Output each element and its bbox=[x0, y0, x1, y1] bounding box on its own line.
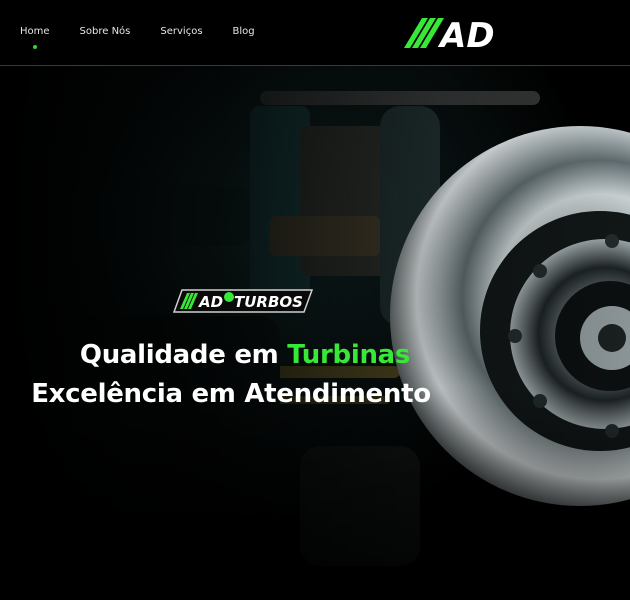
nav-blog-label: Blog bbox=[232, 26, 255, 37]
active-indicator-dot bbox=[32, 45, 37, 49]
nav-servicos-label: Serviços bbox=[160, 26, 203, 37]
headline-line-1: Qualidade em Turbinas bbox=[0, 336, 490, 374]
hero-headline: Qualidade em Turbinas Excelência em Aten… bbox=[0, 336, 490, 414]
badge-turbos-text: TURBOS bbox=[234, 293, 303, 311]
brand-logo[interactable]: AD bbox=[404, 16, 496, 50]
logo-text: AD bbox=[437, 16, 495, 50]
headline-accent: Turbinas bbox=[287, 340, 411, 370]
headline-part-1: Qualidade em bbox=[79, 340, 279, 370]
hero-section: AD TURBOS Qualidade em Turbinas Excelênc… bbox=[0, 66, 630, 600]
nav-home-link[interactable]: Home bbox=[20, 26, 50, 49]
nav-home-label: Home bbox=[20, 26, 50, 37]
turbo-gear-icon bbox=[224, 292, 234, 302]
nav-sobre-nos-link[interactable]: Sobre Nós bbox=[80, 26, 131, 37]
nav-servicos-link[interactable]: Serviços bbox=[160, 26, 202, 37]
logo-stripes-icon bbox=[404, 18, 444, 48]
site-header: Home Sobre Nós Serviços Blog AD bbox=[0, 0, 630, 66]
badge-ad-text: AD bbox=[198, 293, 223, 311]
nav-sobre-nos-label: Sobre Nós bbox=[79, 26, 131, 37]
headline-line-2: Excelência em Atendimento bbox=[31, 379, 431, 409]
nav-blog-link[interactable]: Blog bbox=[233, 26, 255, 37]
main-nav: Home Sobre Nós Serviços Blog bbox=[20, 26, 285, 49]
ad-turbos-badge: AD TURBOS bbox=[172, 289, 314, 313]
turbocharger-photo bbox=[0, 66, 630, 600]
